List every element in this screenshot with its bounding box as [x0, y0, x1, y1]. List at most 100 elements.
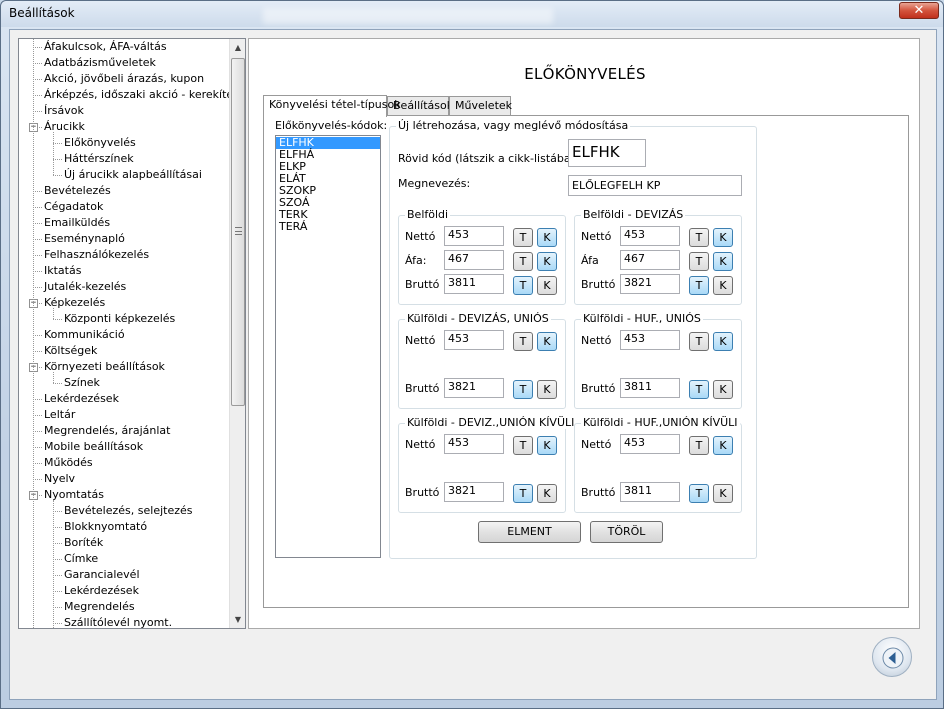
debit-toggle-button[interactable]: T [689, 252, 709, 271]
credit-toggle-button[interactable]: K [537, 380, 557, 399]
debit-toggle-button[interactable]: T [689, 276, 709, 295]
debit-toggle-button[interactable]: T [513, 332, 533, 351]
debit-toggle-button[interactable]: T [513, 252, 533, 271]
delete-button[interactable]: TÖRÖL [590, 521, 663, 543]
credit-toggle-button[interactable]: K [713, 228, 733, 247]
debit-toggle-button[interactable]: T [689, 228, 709, 247]
account-number-input[interactable]: 453 [444, 434, 504, 454]
account-number-input[interactable]: 467 [620, 250, 680, 270]
code-list-item[interactable]: TERÁ [276, 221, 380, 233]
debit-toggle-button[interactable]: T [513, 380, 533, 399]
tree-item[interactable]: Akció, jövőbeli árazás, kupon [44, 71, 204, 87]
tree-item[interactable]: Bevételezés [44, 183, 111, 199]
account-number-input[interactable]: 3821 [444, 378, 504, 398]
scroll-thumb[interactable] [231, 58, 245, 406]
tree-item[interactable]: Megrendelés [64, 599, 135, 615]
settings-window: Beállítások ✕ Áfakulcsok, ÁFA-váltás Adat… [0, 0, 944, 709]
tree-item[interactable]: Lekérdezések [44, 391, 119, 407]
title-bar: Beállítások ✕ [1, 1, 943, 27]
name-input[interactable]: ELŐLEGFELH KP [568, 175, 742, 196]
credit-toggle-button[interactable]: K [537, 332, 557, 351]
credit-toggle-button[interactable]: K [713, 484, 733, 503]
account-number-input[interactable]: 453 [620, 434, 680, 454]
credit-toggle-button[interactable]: K [713, 332, 733, 351]
tree-item[interactable]: Bevételezés, selejtezés [64, 503, 193, 519]
tree-item[interactable]: Emailküldés [44, 215, 110, 231]
tree-connector [33, 255, 42, 256]
tree-item[interactable]: Boríték [64, 535, 103, 551]
codes-listbox[interactable]: ELFHK ELFHÁ ELKP ELÁT SZOKP SZOÁ TERK TERÁ [275, 135, 381, 558]
account-number-input[interactable]: 453 [620, 226, 680, 246]
account-number-input[interactable]: 3821 [444, 482, 504, 502]
tree-item[interactable]: Mobile beállítások [44, 439, 143, 455]
tree-item[interactable]: Működés [44, 455, 93, 471]
debit-toggle-button[interactable]: T [689, 484, 709, 503]
tree-item[interactable]: Költségek [44, 343, 97, 359]
tree-item[interactable]: Írsávok [44, 103, 84, 119]
tree-item[interactable]: Cégadatok [44, 199, 103, 215]
debit-toggle-button[interactable]: T [689, 380, 709, 399]
debit-toggle-button[interactable]: T [689, 436, 709, 455]
tree-item[interactable]: Kommunikáció [44, 327, 125, 343]
tree-item[interactable]: Felhasználókezelés [44, 247, 149, 263]
tree-item[interactable]: Előkönyvelés [64, 135, 136, 151]
credit-toggle-button[interactable]: K [713, 276, 733, 295]
tab-konyvelesi-tetel-tipusok[interactable]: Könyvelési tétel-típusok [263, 95, 401, 117]
tree-branch [53, 500, 54, 628]
account-number-input[interactable]: 3811 [620, 378, 680, 398]
tree-item[interactable]: Lekérdezések [64, 583, 139, 599]
tree-item[interactable]: Jutalék-kezelés [44, 279, 126, 295]
account-group-title: Külföldi - HUF., UNIÓS [581, 312, 703, 325]
tree-item[interactable]: Szállítólevél nyomt. [64, 615, 172, 628]
tree-connector [33, 223, 42, 224]
credit-toggle-button[interactable]: K [713, 436, 733, 455]
tree-item[interactable]: Leltár [44, 407, 75, 423]
account-number-input[interactable]: 3811 [620, 482, 680, 502]
tree-item[interactable]: Nyelv [44, 471, 75, 487]
short-code-input[interactable]: ELFHK [568, 139, 646, 167]
tree-connector [33, 79, 42, 80]
account-number-input[interactable]: 3821 [620, 274, 680, 294]
debit-toggle-button[interactable]: T [513, 228, 533, 247]
tree-item[interactable]: Színek [64, 375, 100, 391]
tree-item[interactable]: Garancialevél [64, 567, 140, 583]
back-button[interactable] [872, 637, 912, 677]
account-number-input[interactable]: 3811 [444, 274, 504, 294]
tree-item[interactable]: Környezeti beállítások [44, 359, 165, 375]
credit-toggle-button[interactable]: K [537, 276, 557, 295]
credit-toggle-button[interactable]: K [713, 380, 733, 399]
tree-item[interactable]: Eseménynapló [44, 231, 125, 247]
credit-toggle-button[interactable]: K [537, 252, 557, 271]
debit-toggle-button[interactable]: T [513, 484, 533, 503]
tree-item[interactable]: Adatbázisműveletek [44, 55, 156, 71]
debit-toggle-button[interactable]: T [513, 436, 533, 455]
tree-item[interactable]: Központi képkezelés [64, 311, 175, 327]
tree-item[interactable]: Megrendelés, árajánlat [44, 423, 170, 439]
credit-toggle-button[interactable]: K [537, 228, 557, 247]
debit-toggle-button[interactable]: T [513, 276, 533, 295]
tree-item[interactable]: Árucikk [44, 119, 85, 135]
account-group-title: Külföldi - DEVIZÁS, UNIÓS [405, 312, 551, 325]
credit-toggle-button[interactable]: K [537, 436, 557, 455]
tree-item[interactable]: Címke [64, 551, 98, 567]
tree-scrollbar[interactable]: ▲ ▼ [229, 39, 245, 628]
credit-toggle-button[interactable]: K [537, 484, 557, 503]
account-number-input[interactable]: 467 [444, 250, 504, 270]
tree-item[interactable]: Iktatás [44, 263, 81, 279]
tree-item[interactable]: Háttérszínek [64, 151, 134, 167]
tree-item[interactable]: Áfakulcsok, ÁFA-váltás [44, 39, 167, 55]
tree-connector [53, 591, 62, 592]
account-number-input[interactable]: 453 [444, 226, 504, 246]
close-button[interactable]: ✕ [899, 2, 939, 19]
scroll-up-arrow-icon[interactable]: ▲ [230, 39, 245, 56]
account-number-input[interactable]: 453 [620, 330, 680, 350]
tab-muveletek[interactable]: Műveletek [449, 96, 512, 116]
save-button[interactable]: ELMENT [478, 521, 581, 543]
tree-item[interactable]: Blokknyomtató [64, 519, 147, 535]
account-number-input[interactable]: 453 [444, 330, 504, 350]
credit-toggle-button[interactable]: K [713, 252, 733, 271]
scroll-down-arrow-icon[interactable]: ▼ [230, 611, 245, 628]
debit-toggle-button[interactable]: T [689, 332, 709, 351]
tree-item[interactable]: Árképzés, időszaki akció - kerekítés [44, 87, 239, 103]
tree-item[interactable]: Új árucikk alapbeállításai [64, 167, 202, 183]
